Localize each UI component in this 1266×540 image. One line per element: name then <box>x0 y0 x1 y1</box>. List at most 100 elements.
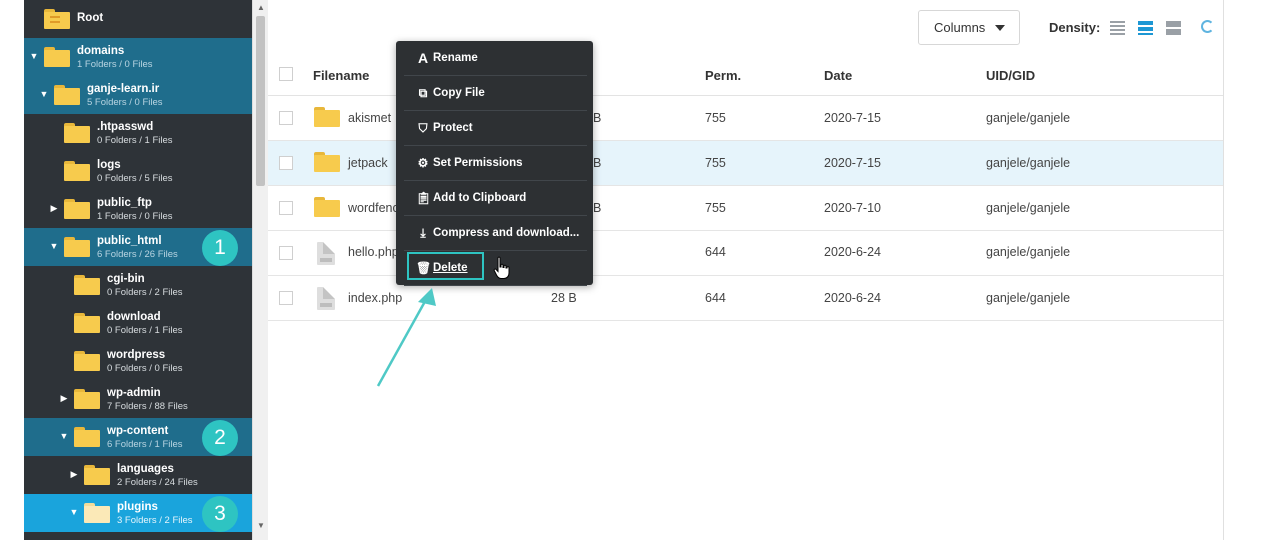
column-uid[interactable]: UID/GID <box>986 68 1035 83</box>
tree-item-htpasswd[interactable]: .htpasswd 0 Folders / 1 Files <box>24 114 252 152</box>
columns-label: Columns <box>934 20 986 35</box>
tree-item-meta: 0 Folders / 2 Files <box>107 287 183 298</box>
row-checkbox[interactable] <box>279 201 293 215</box>
copy-icon: ⧉ <box>418 86 428 100</box>
tree-item-label: cgi-bin <box>107 273 145 285</box>
chevron-down-icon[interactable]: ▼ <box>39 89 49 99</box>
step-badge: 2 <box>202 420 238 456</box>
date-cell: 2020-6-24 <box>824 245 881 259</box>
row-checkbox[interactable] <box>279 156 293 170</box>
context-menu: A Rename ⧉ Copy File ⛉ Protect ⚙ Set Per… <box>396 41 593 286</box>
filename-cell[interactable]: akismet <box>348 111 391 125</box>
folder-icon <box>74 351 100 371</box>
file-icon <box>317 287 335 310</box>
tree-item-label: wp-admin <box>107 387 161 399</box>
density-standard-icon[interactable] <box>1138 20 1153 35</box>
tree-item-label: public_html <box>97 235 162 247</box>
perm-cell: 755 <box>705 111 726 125</box>
menu-item-set-permissions[interactable]: ⚙ Set Permissions <box>404 146 587 181</box>
scrollbar-thumb[interactable] <box>256 16 265 186</box>
density-comfortable-icon[interactable] <box>1166 20 1181 35</box>
download-icon: ⤓ <box>420 226 426 240</box>
density-compact-icon[interactable] <box>1110 20 1125 35</box>
sidebar-scrollbar[interactable]: ▲ ▼ <box>252 0 268 540</box>
tree-item-public-html[interactable]: ▼ public_html 6 Folders / 26 Files 1 <box>24 228 252 266</box>
menu-item-label: Set Permissions <box>433 157 523 169</box>
perm-cell: 755 <box>705 201 726 215</box>
tree-item-label: wp-content <box>107 425 169 437</box>
date-cell: 2020-7-15 <box>824 111 881 125</box>
tree-item-meta: 0 Folders / 0 Files <box>107 363 183 374</box>
uid-cell: ganjele/ganjele <box>986 291 1071 305</box>
scroll-up-icon[interactable]: ▲ <box>257 3 265 12</box>
chevron-right-icon[interactable]: ▶ <box>59 393 69 403</box>
menu-item-copy-file[interactable]: ⧉ Copy File <box>404 76 587 111</box>
chevron-down-icon[interactable]: ▼ <box>69 507 79 517</box>
menu-item-compress-download[interactable]: ⤓ Compress and download... <box>404 216 587 251</box>
menu-item-label: Copy File <box>433 87 485 99</box>
annotation-arrow-icon <box>376 288 436 387</box>
chevron-down-icon[interactable]: ▼ <box>49 241 59 251</box>
columns-button[interactable]: Columns <box>918 10 1020 45</box>
folder-icon <box>314 152 340 172</box>
tree-item-logs[interactable]: logs 0 Folders / 5 Files <box>24 152 252 190</box>
tree-item-languages[interactable]: ▶ languages 2 Folders / 24 Files <box>24 456 252 494</box>
uid-cell: ganjele/ganjele <box>986 201 1071 215</box>
tree-item-download[interactable]: download 0 Folders / 1 Files <box>24 304 252 342</box>
select-all-checkbox[interactable] <box>279 67 293 81</box>
folder-icon <box>64 237 90 257</box>
row-checkbox[interactable] <box>279 291 293 305</box>
filename-cell[interactable]: jetpack <box>348 156 388 170</box>
tree-item-label: Root <box>77 12 104 24</box>
filename-cell[interactable]: wordfenc <box>348 201 399 215</box>
tree-item-meta: 2 Folders / 24 Files <box>117 477 198 488</box>
tree-item-domains[interactable]: ▼ domains 1 Folders / 0 Files <box>24 38 252 76</box>
folder-icon <box>54 85 80 105</box>
tree-item-wp-content[interactable]: ▼ wp-content 6 Folders / 1 Files 2 <box>24 418 252 456</box>
perm-cell: 755 <box>705 156 726 170</box>
chevron-right-icon[interactable]: ▶ <box>49 203 59 213</box>
menu-item-label: Rename <box>433 52 478 64</box>
open-folder-icon <box>84 503 110 523</box>
filename-cell[interactable]: hello.php <box>348 245 399 259</box>
column-date[interactable]: Date <box>824 68 852 83</box>
tree-item-plugins[interactable]: ▼ plugins 3 Folders / 2 Files 3 <box>24 494 252 532</box>
folder-icon <box>74 427 100 447</box>
tree-item-meta: 3 Folders / 2 Files <box>117 515 193 526</box>
hand-cursor-icon <box>493 256 510 279</box>
row-checkbox[interactable] <box>279 111 293 125</box>
tree-item-label: wordpress <box>107 349 166 361</box>
tree-item-label: domains <box>77 45 125 57</box>
chevron-down-icon[interactable]: ▼ <box>29 51 39 61</box>
rename-icon: A <box>417 50 429 66</box>
tree-item-wordpress[interactable]: wordpress 0 Folders / 0 Files <box>24 342 252 380</box>
chevron-down-icon[interactable]: ▼ <box>59 431 69 441</box>
tree-item-ganje-learn[interactable]: ▼ ganje-learn.ir 5 Folders / 0 Files <box>24 76 252 114</box>
uid-cell: ganjele/ganjele <box>986 245 1071 259</box>
step-badge: 3 <box>202 496 238 532</box>
menu-item-protect[interactable]: ⛉ Protect <box>404 111 587 146</box>
uid-cell: ganjele/ganjele <box>986 111 1071 125</box>
column-perm[interactable]: Perm. <box>705 68 741 83</box>
tree-item-public-ftp[interactable]: ▶ public_ftp 1 Folders / 0 Files <box>24 190 252 228</box>
tree-item-root[interactable]: Root <box>24 0 252 38</box>
tree-item-meta: 0 Folders / 5 Files <box>97 173 173 184</box>
tree-item-wp-admin[interactable]: ▶ wp-admin 7 Folders / 88 Files <box>24 380 252 418</box>
row-checkbox[interactable] <box>279 246 293 260</box>
chevron-right-icon[interactable]: ▶ <box>69 469 79 479</box>
scroll-down-icon[interactable]: ▼ <box>257 521 265 530</box>
file-icon <box>317 242 335 265</box>
column-filename[interactable]: Filename <box>313 68 369 83</box>
refresh-icon[interactable] <box>1201 20 1214 33</box>
folder-icon <box>74 389 100 409</box>
tree-item-cgi-bin[interactable]: cgi-bin 0 Folders / 2 Files <box>24 266 252 304</box>
file-manager: Root ▼ domains 1 Folders / 0 Files ▼ gan… <box>0 0 1266 540</box>
folder-icon <box>44 9 70 29</box>
folder-icon <box>64 199 90 219</box>
tree-item-label: logs <box>97 159 121 171</box>
menu-item-add-to-clipboard[interactable]: 📋︎ Add to Clipboard <box>404 181 587 216</box>
folder-icon <box>84 465 110 485</box>
delete-highlight <box>407 252 484 280</box>
menu-item-rename[interactable]: A Rename <box>404 41 587 76</box>
tree-item-meta: 6 Folders / 26 Files <box>97 249 178 260</box>
